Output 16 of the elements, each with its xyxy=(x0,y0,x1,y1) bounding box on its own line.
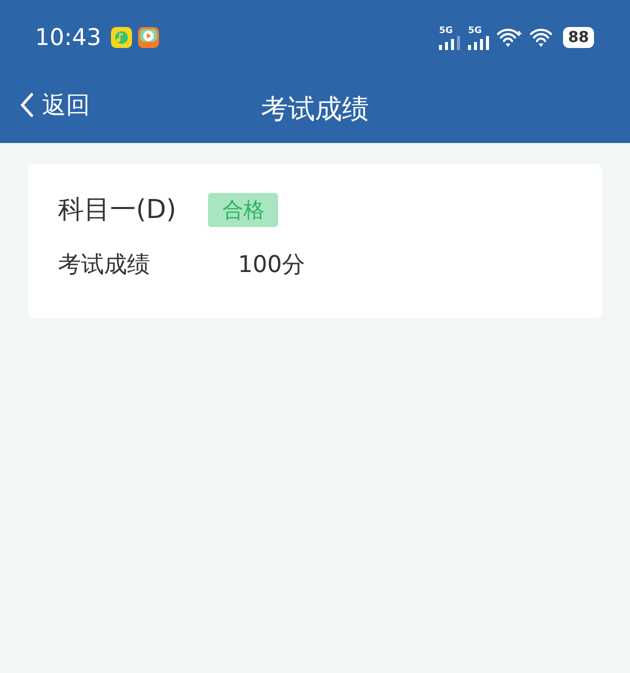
network-label: 5G xyxy=(439,26,453,36)
network-label: 5G xyxy=(468,26,482,36)
score-value: 100分 xyxy=(238,251,305,280)
subject-name: 科目一(D) xyxy=(58,194,176,227)
result-badge: 合格 xyxy=(208,192,278,226)
back-button[interactable]: 返回 xyxy=(20,89,90,121)
back-chevron-icon xyxy=(20,92,34,118)
battery-indicator: 88 xyxy=(563,27,594,48)
status-time: 10:43 xyxy=(35,24,102,50)
wifi-icon xyxy=(497,28,524,48)
signal-icon xyxy=(468,36,490,50)
music-app-icon xyxy=(111,27,132,48)
page-title: 考试成绩 xyxy=(261,93,369,127)
score-label: 考试成绩 xyxy=(58,251,150,280)
signal-icon xyxy=(439,36,462,50)
video-app-icon xyxy=(138,27,160,48)
